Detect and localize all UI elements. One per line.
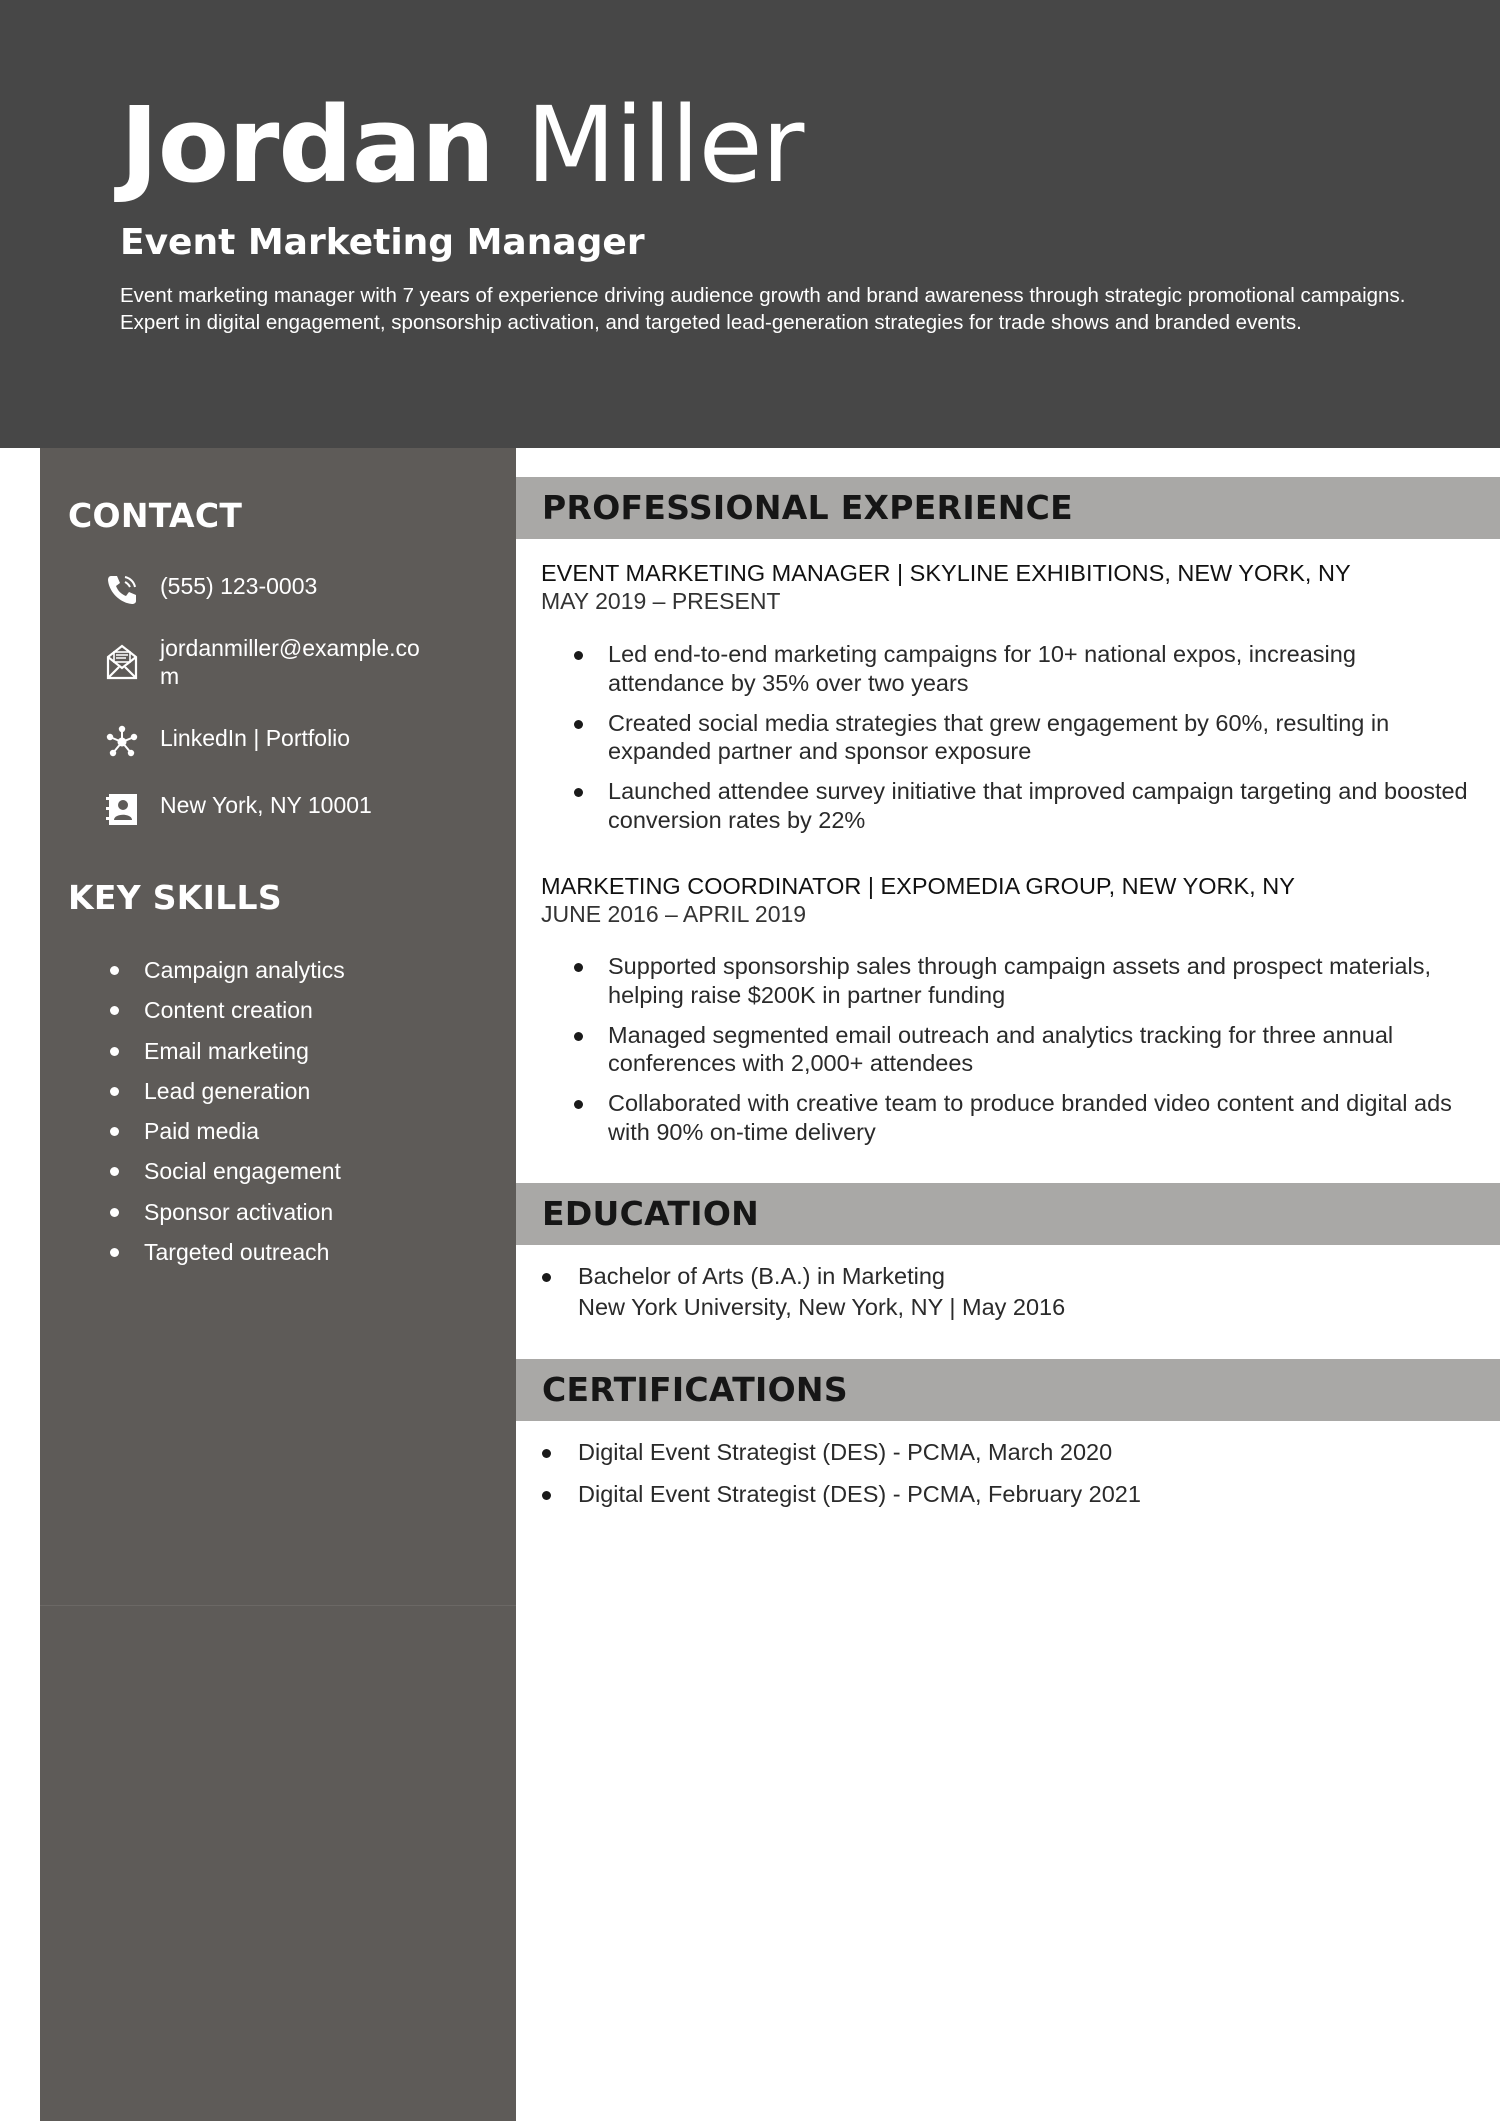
first-name: Jordan [120, 84, 495, 206]
certifications-list: Digital Event Strategist (DES) - PCMA, M… [540, 1437, 1470, 1521]
certifications-section-band: CERTIFICATIONS [516, 1359, 1500, 1421]
phone-text: (555) 123-0003 [160, 573, 318, 599]
contact-phone: (555) 123-0003 [104, 572, 430, 608]
phone-icon [104, 572, 140, 608]
email-text: jordanmiller@example.com [160, 635, 420, 689]
experience-section-band: PROFESSIONAL EXPERIENCE [516, 477, 1500, 539]
job-title-line: MARKETING COORDINATOR | EXPOMEDIA GROUP,… [541, 873, 1295, 899]
links-text: LinkedIn | Portfolio [160, 725, 351, 751]
contact-location: New York, NY 10001 [104, 791, 430, 827]
school-text: New York University, New York, NY | May … [578, 1294, 1066, 1320]
address-card-icon [104, 791, 140, 827]
skill-item: Social engagement [104, 1151, 345, 1191]
location-text: New York, NY 10001 [160, 792, 372, 818]
network-icon [104, 724, 140, 760]
skill-item: Sponsor activation [104, 1192, 345, 1232]
degree-text: Bachelor of Arts (B.A.) in Marketing [578, 1263, 946, 1289]
certification-item: Digital Event Strategist (DES) - PCMA, M… [540, 1437, 1470, 1468]
skill-item: Targeted outreach [104, 1232, 345, 1272]
skills-heading: KEY SKILLS [68, 878, 282, 917]
education-list: Bachelor of Arts (B.A.) in Marketing New… [540, 1261, 1470, 1323]
job-bullet: Led end-to-end marketing campaigns for 1… [574, 640, 1474, 697]
certification-item: Digital Event Strategist (DES) - PCMA, F… [540, 1479, 1470, 1510]
skill-item: Content creation [104, 990, 345, 1030]
job-dates: JUNE 2016 – APRIL 2019 [541, 901, 807, 927]
professional-summary: Event marketing manager with 7 years of … [120, 284, 1406, 334]
skill-item: Campaign analytics [104, 950, 345, 990]
job-title: Event Marketing Manager [120, 222, 645, 263]
job-dates: MAY 2019 – PRESENT [541, 588, 781, 614]
job-bullet: Launched attendee survey initiative that… [574, 777, 1474, 834]
skill-item: Paid media [104, 1111, 345, 1151]
resume-header: Jordan Miller Event Marketing Manager Ev… [0, 0, 1500, 448]
education-section-band: EDUCATION [516, 1183, 1500, 1245]
contact-heading: CONTACT [68, 496, 243, 535]
education-heading: EDUCATION [542, 1194, 760, 1233]
skill-item: Lead generation [104, 1071, 345, 1111]
envelope-icon [104, 644, 140, 680]
job-bullet-list: Led end-to-end marketing campaigns for 1… [574, 640, 1474, 846]
experience-heading: PROFESSIONAL EXPERIENCE [542, 488, 1074, 527]
job-bullet: Created social media strategies that gre… [574, 709, 1474, 766]
job-bullet: Supported sponsorship sales through camp… [574, 952, 1474, 1009]
job-bullet: Managed segmented email outreach and ana… [574, 1021, 1474, 1078]
contact-email: jordanmiller@example.com [104, 634, 430, 690]
contact-links: LinkedIn | Portfolio [104, 724, 430, 760]
certifications-heading: CERTIFICATIONS [542, 1370, 848, 1409]
job-bullet: Collaborated with creative team to produ… [574, 1089, 1474, 1146]
skills-list: Campaign analytics Content creation Emai… [104, 950, 345, 1272]
candidate-name: Jordan Miller [120, 80, 804, 210]
sidebar: CONTACT (555) 123-0003 jordanmiller@exam… [40, 448, 516, 2121]
job-title-line: EVENT MARKETING MANAGER | SKYLINE EXHIBI… [541, 560, 1351, 586]
sidebar-divider [40, 1605, 516, 1606]
education-item: Bachelor of Arts (B.A.) in Marketing New… [540, 1261, 1470, 1323]
skill-item: Email marketing [104, 1031, 345, 1071]
last-name: Miller [526, 84, 804, 206]
job-bullet-list: Supported sponsorship sales through camp… [574, 952, 1474, 1158]
